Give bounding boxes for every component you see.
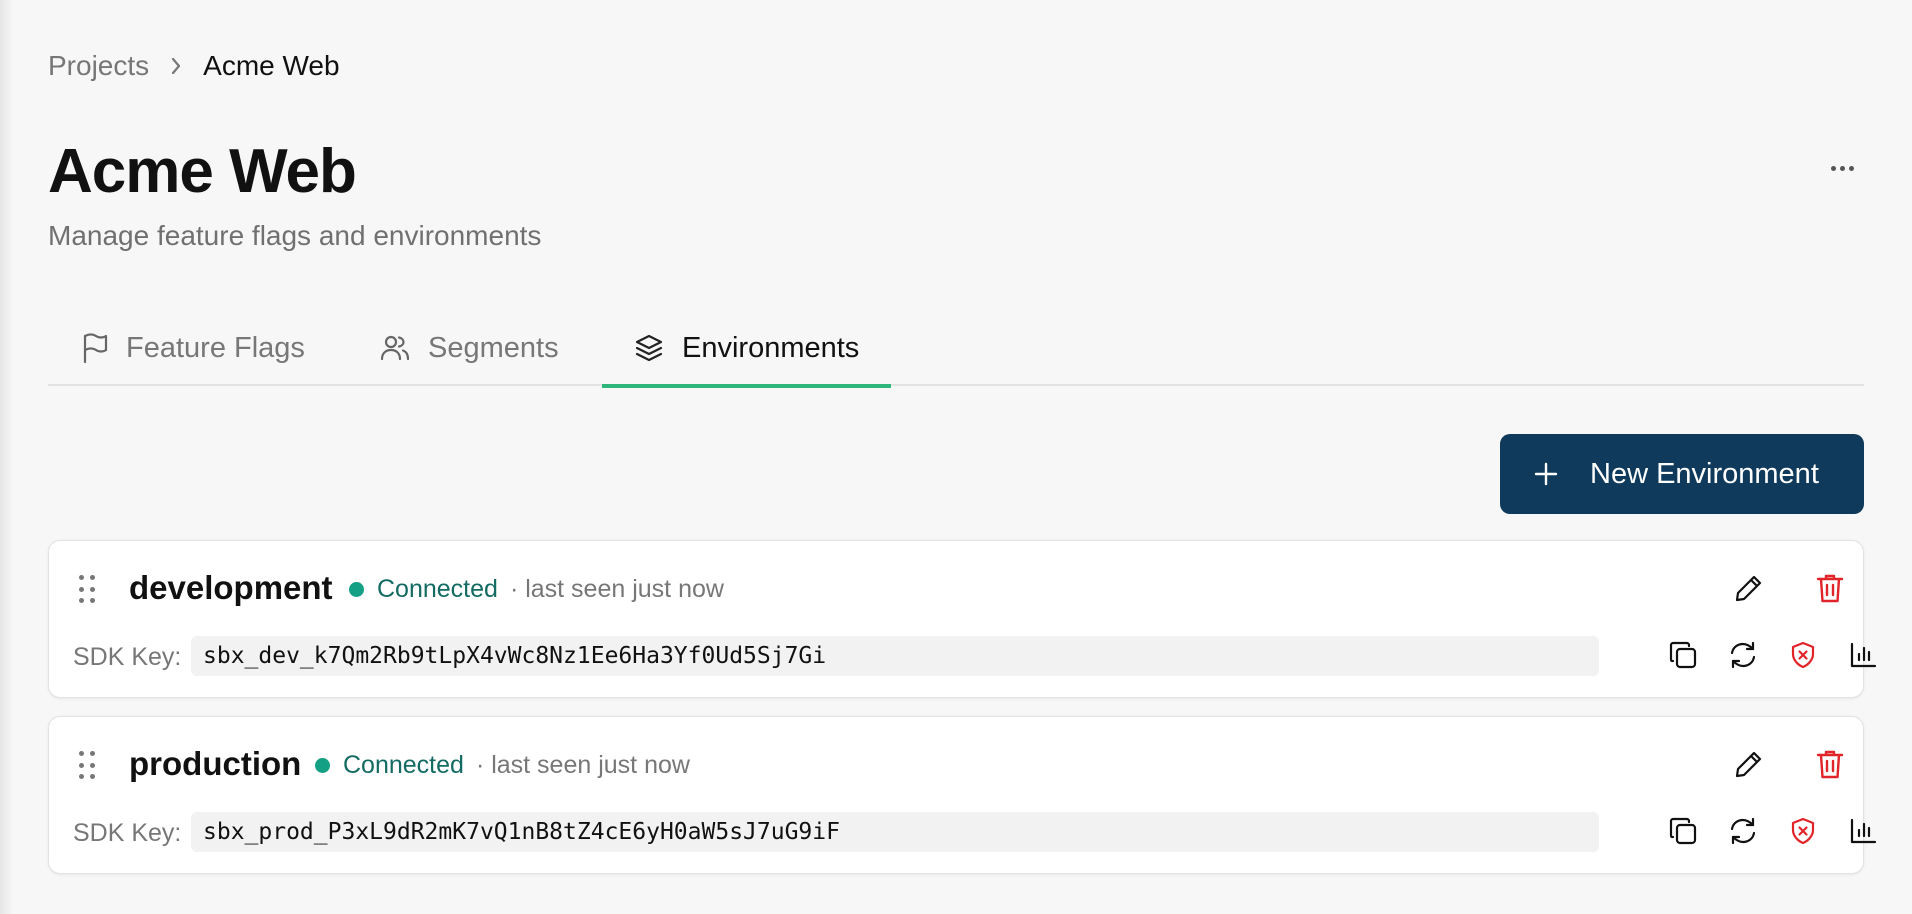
left-edge-shadow <box>0 0 14 914</box>
status-indicator: Connected · last seen just now <box>315 751 690 780</box>
shield-x-icon <box>1788 816 1818 851</box>
tab-label: Segments <box>428 331 559 364</box>
shield-x-icon <box>1788 640 1818 675</box>
sdk-key-label: SDK Key: <box>73 643 182 671</box>
breadcrumb-projects-link[interactable]: Projects <box>48 50 149 82</box>
tab-segments[interactable]: Segments <box>380 310 559 386</box>
copy-key-button[interactable] <box>1660 810 1706 856</box>
usage-stats-button[interactable] <box>1840 810 1886 856</box>
environment-name: production <box>129 745 302 782</box>
page-title: Acme Web <box>48 137 357 206</box>
environment-card: development Connected · last seen just n… <box>48 540 1877 698</box>
tab-label: Feature Flags <box>126 331 305 364</box>
trash-icon <box>1815 572 1845 609</box>
bar-chart-icon <box>1848 816 1878 851</box>
page-subtitle: Manage feature flags and environments <box>48 220 542 251</box>
tab-bar: Feature Flags Segments Environments <box>48 310 1864 388</box>
new-environment-button[interactable]: New Environment <box>1500 434 1864 514</box>
usage-stats-button[interactable] <box>1840 634 1886 680</box>
copy-key-button[interactable] <box>1660 634 1706 680</box>
drag-handle-icon[interactable] <box>79 751 95 781</box>
delete-button[interactable] <box>1807 743 1853 789</box>
status-dot-icon <box>349 582 364 597</box>
drag-handle-icon[interactable] <box>79 575 95 605</box>
last-seen-text: · last seen just now <box>475 751 690 779</box>
new-environment-label: New Environment <box>1590 457 1819 490</box>
more-options-button[interactable] <box>1820 152 1864 184</box>
refresh-icon <box>1728 816 1758 851</box>
regenerate-key-button[interactable] <box>1720 810 1766 856</box>
flag-icon <box>80 332 108 364</box>
users-icon <box>380 334 410 362</box>
environment-card: production Connected · last seen just no… <box>48 716 1877 874</box>
last-seen-text: · last seen just now <box>509 575 724 603</box>
layers-icon <box>634 333 664 363</box>
page: Projects Acme Web Acme Web Manage featur… <box>48 0 1877 914</box>
breadcrumb-current: Acme Web <box>203 50 340 81</box>
environment-name: development <box>129 569 333 606</box>
edit-button[interactable] <box>1726 567 1772 613</box>
chevron-right-icon <box>169 56 183 76</box>
sdk-key-field[interactable]: sbx_dev_k7Qm2Rb9tLpX4vWc8Nz1Ee6Ha3Yf0Ud5… <box>191 636 1599 676</box>
sdk-key-label: SDK Key: <box>73 819 182 847</box>
plus-icon <box>1534 462 1558 486</box>
revoke-key-button[interactable] <box>1780 810 1826 856</box>
trash-icon <box>1815 748 1845 785</box>
tab-feature-flags[interactable]: Feature Flags <box>80 310 305 386</box>
edit-button[interactable] <box>1726 743 1772 789</box>
tab-label: Environments <box>682 331 860 364</box>
sdk-key-field[interactable]: sbx_prod_P3xL9dR2mK7vQ1nB8tZ4cE6yH0aW5sJ… <box>191 812 1599 852</box>
copy-icon <box>1668 640 1698 675</box>
dot-icon <box>1848 165 1854 171</box>
pencil-icon <box>1733 748 1765 785</box>
bar-chart-icon <box>1848 640 1878 675</box>
refresh-icon <box>1728 640 1758 675</box>
dot-icon <box>1830 165 1836 171</box>
breadcrumb: Projects Acme Web <box>48 50 340 82</box>
status-dot-icon <box>315 758 330 773</box>
delete-button[interactable] <box>1807 567 1853 613</box>
tab-environments[interactable]: Environments <box>602 310 892 388</box>
status-text: Connected <box>343 751 464 779</box>
revoke-key-button[interactable] <box>1780 634 1826 680</box>
regenerate-key-button[interactable] <box>1720 634 1766 680</box>
dot-icon <box>1839 165 1845 171</box>
pencil-icon <box>1733 572 1765 609</box>
status-text: Connected <box>377 575 498 603</box>
status-indicator: Connected · last seen just now <box>349 575 724 604</box>
copy-icon <box>1668 816 1698 851</box>
